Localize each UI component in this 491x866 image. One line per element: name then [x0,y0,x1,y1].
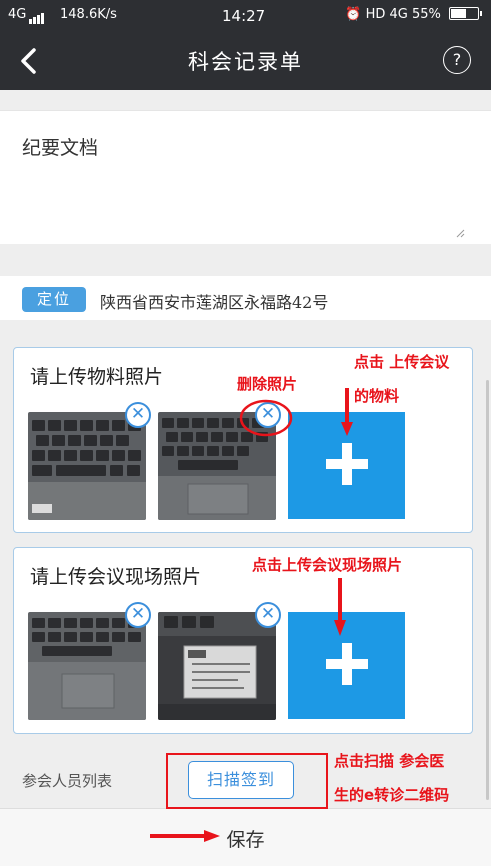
keyboard-photo [158,412,276,520]
signal-indicator: 4G [8,7,45,24]
materials-card-title: 请上传物料照片 [30,366,164,388]
close-circle-icon[interactable]: ✕ [255,402,281,428]
question-circle-icon[interactable]: ? [443,46,471,74]
location-address: 陕西省西安市莲湖区永福路42号 [100,293,329,312]
laptop-sticker-photo [158,612,276,720]
scene-card-title: 请上传会议现场照片 [30,566,202,588]
close-circle-icon[interactable]: ✕ [255,602,281,628]
keyboard-photo [28,612,146,720]
attendees-label: 参会人员列表 [22,772,113,790]
battery-fill [451,9,467,18]
alarm-icon: ⏰ [345,7,362,22]
plus-icon [342,643,352,685]
resize-grip-icon[interactable] [456,229,465,238]
material-photo-1[interactable] [28,412,146,520]
nav-bar: 科会记录单 ? [0,32,491,90]
annotation-delete-photo: 删除照片 [237,375,298,393]
clock: 14:27 [222,7,266,25]
add-material-photo-button[interactable] [288,412,405,519]
signal-bars-icon [29,9,45,24]
summary-textarea[interactable]: 纪要文档 [0,110,491,244]
scrollbar[interactable] [486,380,489,800]
network-type: 4G [8,7,27,22]
scene-photo-1[interactable] [28,612,146,720]
close-circle-icon[interactable]: ✕ [125,402,151,428]
locate-button[interactable]: 定位 [22,287,86,312]
network-speed: 148.6K/s [60,7,117,22]
location-row: 定位 陕西省西安市莲湖区永福路42号 [0,276,491,320]
annotation-upload-scene: 点击上传会议现场照片 [252,556,403,574]
material-photo-2[interactable] [158,412,276,520]
bottom-bar: 保存 [0,808,491,866]
annotation-scan-highlight-box [166,753,328,809]
plus-icon [342,443,352,485]
keyboard-photo [28,412,146,520]
add-scene-photo-button[interactable] [288,612,405,719]
scene-photo-2[interactable] [158,612,276,720]
status-bar: 4G 148.6K/s 14:27 ⏰ HD 4G 55% [0,0,491,32]
scene-upload-card: 请上传会议现场照片 ✕ ✕ [13,547,473,734]
annotation-scan-2: 生的e转诊二维码 [334,786,450,804]
annotation-upload-materials-1: 点击 上传会议 [354,353,450,371]
summary-label: 纪要文档 [22,137,99,159]
annotation-upload-materials-2: 的物料 [354,387,400,405]
page-title: 科会记录单 [188,50,303,74]
status-right-text: HD 4G 55% [365,7,441,22]
save-button[interactable]: 保存 [0,825,491,852]
annotation-scan-1: 点击扫描 参会医 [334,752,445,770]
battery-icon [449,7,482,20]
status-right: ⏰ HD 4G 55% [345,7,482,22]
close-circle-icon[interactable]: ✕ [125,602,151,628]
